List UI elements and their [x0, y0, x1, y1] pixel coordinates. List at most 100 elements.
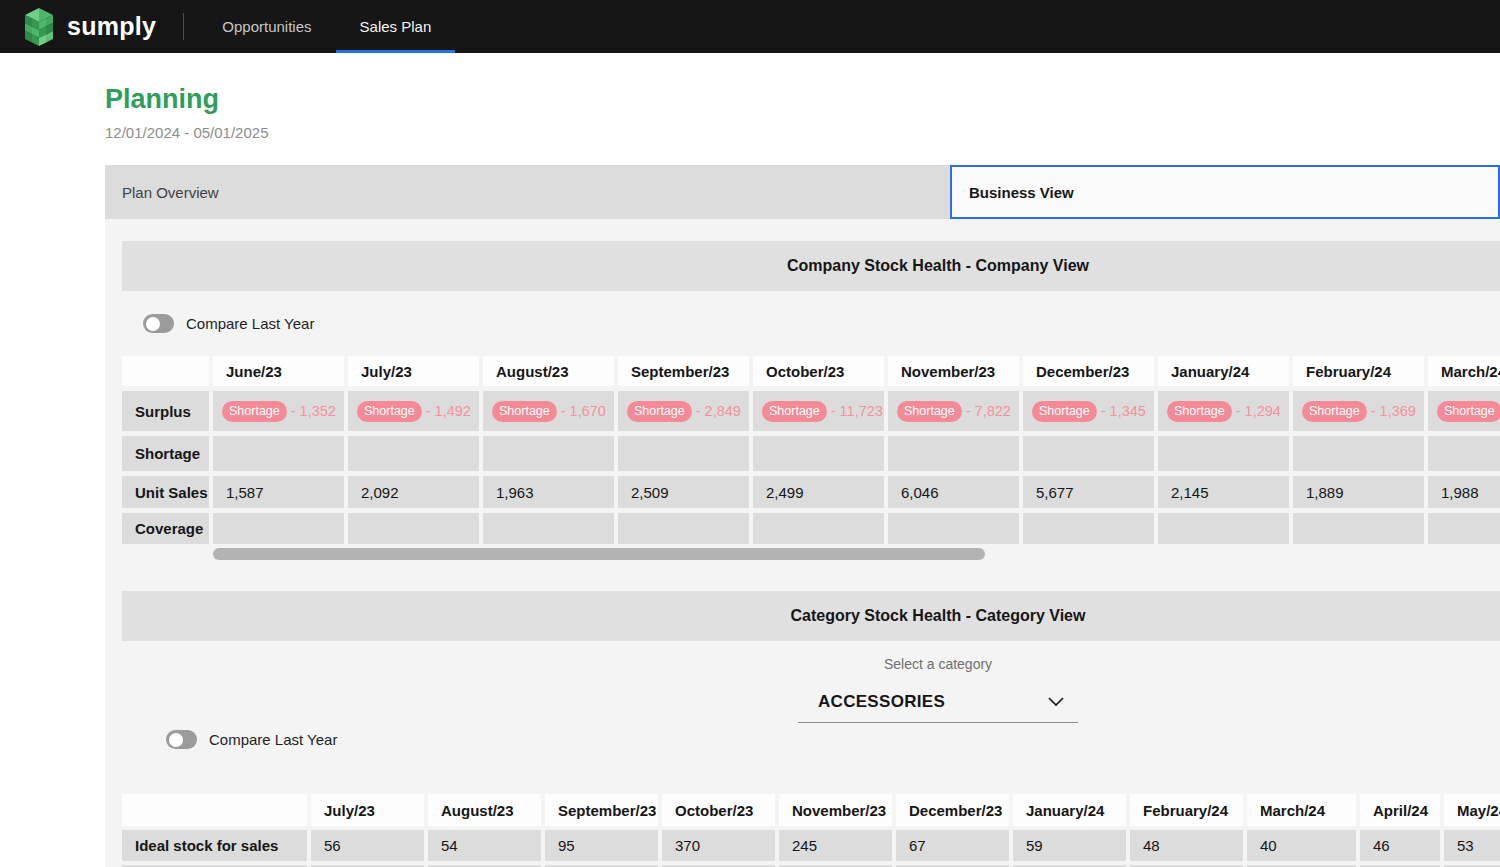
table-cell: [888, 513, 1019, 544]
shortage-badge: Shortage: [1302, 401, 1367, 422]
column-header: November/23: [779, 794, 892, 826]
category-stock-table: July/23August/23September/23October/23No…: [122, 794, 1500, 867]
compare-last-year-row-company: Compare Last Year: [143, 314, 1500, 333]
table-cell: [1293, 513, 1424, 544]
column-header: December/23: [1023, 356, 1154, 386]
brand[interactable]: sumply: [0, 0, 183, 53]
shortage-value: - 1,369: [1371, 403, 1416, 419]
table-cell: 54: [428, 830, 541, 861]
table-cell: 370: [662, 830, 775, 861]
table-cell: Shortage: [1428, 391, 1500, 431]
table-cell: 245: [779, 830, 892, 861]
shortage-badge: Shortage: [1437, 401, 1500, 422]
table-cell: 67: [896, 830, 1009, 861]
shortage-value: - 7,822: [966, 403, 1011, 419]
table-cell: 1,988: [1428, 476, 1500, 508]
column-header: October/23: [753, 356, 884, 386]
column-header: October/23: [662, 794, 775, 826]
table-cell: Shortage- 1,352: [213, 391, 344, 431]
page-head: Planning 12/01/2024 - 05/01/2025: [105, 84, 1500, 141]
table-header-row: June/23July/23August/23September/23Octob…: [122, 356, 1500, 386]
table-cell: Shortage- 7,822: [888, 391, 1019, 431]
chevron-down-icon: [1048, 697, 1064, 707]
table-cell: [348, 513, 479, 544]
table-cell: Shortage- 1,345: [1023, 391, 1154, 431]
nav-item-opportunities[interactable]: Opportunities: [198, 0, 335, 53]
table-cell: 1,963: [483, 476, 614, 508]
compare-last-year-toggle-category[interactable]: [166, 730, 197, 749]
date-range: 12/01/2024 - 05/01/2025: [105, 124, 1500, 141]
table-cell: 2,509: [618, 476, 749, 508]
table-cell: [753, 513, 884, 544]
table-cell: [618, 436, 749, 471]
compare-last-year-toggle-company[interactable]: [143, 314, 174, 333]
tabbar: Plan Overview Business View: [105, 165, 1500, 219]
table-cell: 2,145: [1158, 476, 1289, 508]
column-header: April/24: [1360, 794, 1440, 826]
nav-item-sales-plan[interactable]: Sales Plan: [336, 0, 456, 53]
shortage-badge: Shortage: [897, 401, 962, 422]
column-header: March/24: [1247, 794, 1356, 826]
corner-cell: [122, 356, 209, 386]
content-panel: Plan Overview Business View Company Stoc…: [105, 165, 1500, 867]
shortage-badge: Shortage: [1032, 401, 1097, 422]
shortage-value: - 1,352: [291, 403, 336, 419]
shortage-badge: Shortage: [627, 401, 692, 422]
column-header: September/23: [618, 356, 749, 386]
company-stock-table: June/23July/23August/23September/23Octob…: [122, 356, 1500, 544]
shortage-badge: Shortage: [1167, 401, 1232, 422]
table-header-row: July/23August/23September/23October/23No…: [122, 794, 1500, 826]
column-header: December/23: [896, 794, 1009, 826]
table-cell: Shortage- 2,849: [618, 391, 749, 431]
table-cell: [1293, 436, 1424, 471]
compare-last-year-label: Compare Last Year: [186, 315, 314, 332]
table-cell: Shortage- 1,492: [348, 391, 479, 431]
column-header: March/24: [1428, 356, 1500, 386]
table-cell: [1428, 436, 1500, 471]
table-cell: 95: [545, 830, 658, 861]
column-header: November/23: [888, 356, 1019, 386]
shortage-badge: Shortage: [222, 401, 287, 422]
shortage-badge: Shortage: [762, 401, 827, 422]
shortage-value: - 11,723: [831, 403, 883, 419]
column-header: August/23: [428, 794, 541, 826]
table-cell: Shortage- 1,294: [1158, 391, 1289, 431]
table-row: Shortage: [122, 436, 1500, 471]
shortage-badge: Shortage: [492, 401, 557, 422]
table-cell: 48: [1130, 830, 1243, 861]
navbar-items: OpportunitiesSales Plan: [198, 0, 455, 53]
table-cell: Shortage- 1,369: [1293, 391, 1424, 431]
navbar: sumply OpportunitiesSales Plan: [0, 0, 1500, 53]
row-header: Surplus: [122, 391, 209, 431]
row-header: Shortage: [122, 436, 209, 471]
table-cell: [1158, 513, 1289, 544]
table-row: SurplusShortage- 1,352Shortage- 1,492Sho…: [122, 391, 1500, 431]
page-title: Planning: [105, 84, 1500, 115]
table-cell: 53: [1444, 830, 1500, 861]
table-cell: Shortage- 1,670: [483, 391, 614, 431]
row-header: Coverage: [122, 513, 209, 544]
column-header: February/24: [1130, 794, 1243, 826]
table-row: Coverage: [122, 513, 1500, 544]
horizontal-scrollbar-thumb[interactable]: [213, 548, 985, 560]
table-cell: [1158, 436, 1289, 471]
column-header: July/23: [348, 356, 479, 386]
navbar-divider: [183, 13, 184, 40]
table-cell: [483, 436, 614, 471]
tab-plan-overview[interactable]: Plan Overview: [105, 165, 950, 219]
toggle-knob: [146, 317, 160, 331]
table-cell: 46: [1360, 830, 1440, 861]
table-cell: [213, 436, 344, 471]
tab-business-view[interactable]: Business View: [950, 165, 1500, 219]
table-cell: Shortage- 11,723: [753, 391, 884, 431]
table-cell: 1,587: [213, 476, 344, 508]
compare-last-year-row-category: Compare Last Year: [166, 730, 1500, 749]
column-header: August/23: [483, 356, 614, 386]
category-dropdown[interactable]: ACCESSORIES: [798, 686, 1078, 723]
table-cell: 1,889: [1293, 476, 1424, 508]
table-row: Ideal stock for sales5654953702456759484…: [122, 830, 1500, 861]
brand-name: sumply: [67, 12, 156, 41]
table-cell: 56: [311, 830, 424, 861]
shortage-value: - 1,345: [1101, 403, 1146, 419]
table-cell: [618, 513, 749, 544]
